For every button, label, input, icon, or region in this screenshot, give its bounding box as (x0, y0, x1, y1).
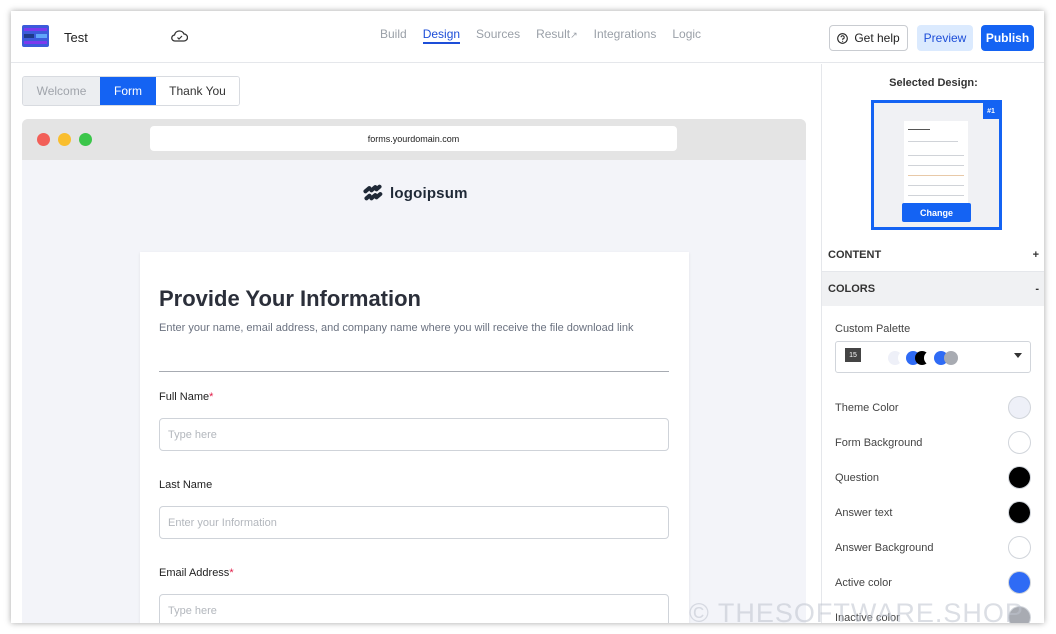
app-window: Test Build Design Sources Result↗ Integr… (11, 11, 1044, 623)
preview-button[interactable]: Preview (917, 25, 973, 51)
main-nav: Build Design Sources Result↗ Integration… (372, 11, 709, 63)
form-card: Provide Your Information Enter your name… (140, 252, 689, 623)
color-row-form-background: Form Background (835, 431, 1031, 455)
nav-integrations[interactable]: Integrations (586, 11, 665, 63)
brand-logo: logoipsum (362, 183, 468, 203)
help-icon (837, 32, 849, 44)
selected-design-title: Selected Design: (889, 77, 978, 89)
color-row-theme: Theme Color (835, 396, 1031, 420)
collapse-icon: - (1035, 283, 1039, 295)
design-panel: Selected Design: #1 Change CONTENT + COL… (821, 64, 1044, 623)
nav-logic[interactable]: Logic (664, 11, 709, 63)
palette-count-badge: 15 (845, 348, 861, 362)
external-link-icon: ↗ (570, 30, 578, 40)
logoipsum-icon (363, 184, 383, 201)
field-label-last-name: Last Name (159, 479, 213, 491)
design-canvas: Welcome Form Thank You forms.yourdomain.… (11, 64, 821, 623)
field-label-full-name: Full Name* (159, 391, 214, 403)
cloud-saved-icon (171, 30, 188, 42)
color-swatch[interactable] (1008, 501, 1031, 524)
form-subtitle: Enter your name, email address, and comp… (159, 322, 634, 334)
address-bar: forms.yourdomain.com (150, 126, 677, 151)
section-colors[interactable]: COLORS - (822, 272, 1044, 306)
full-name-input[interactable]: Type here (159, 418, 669, 451)
color-swatch[interactable] (1008, 536, 1031, 559)
minimize-dot-icon (58, 133, 71, 146)
color-row-answer-background: Answer Background (835, 536, 1031, 560)
tab-welcome[interactable]: Welcome (23, 77, 100, 105)
tab-form[interactable]: Form (100, 77, 156, 105)
required-marker: * (209, 391, 214, 403)
chevron-down-icon (1014, 353, 1022, 358)
nav-sources[interactable]: Sources (468, 11, 528, 63)
publish-button[interactable]: Publish (981, 25, 1034, 51)
maximize-dot-icon (79, 133, 92, 146)
get-help-button[interactable]: Get help (829, 25, 908, 51)
email-input[interactable]: Type here (159, 594, 669, 623)
page-tabs: Welcome Form Thank You (22, 76, 240, 106)
palette-swatch (944, 351, 958, 365)
color-swatch[interactable] (1008, 431, 1031, 454)
section-content[interactable]: CONTENT + (822, 238, 1044, 272)
tab-thank-you[interactable]: Thank You (156, 77, 239, 105)
close-dot-icon (37, 133, 50, 146)
color-swatch[interactable] (1008, 396, 1031, 419)
color-swatch[interactable] (1008, 466, 1031, 489)
browser-chrome: forms.yourdomain.com (22, 119, 806, 160)
color-swatch[interactable] (1008, 571, 1031, 594)
project-name[interactable]: Test (64, 30, 88, 45)
nav-result[interactable]: Result↗ (528, 11, 586, 63)
color-row-answer-text: Answer text (835, 501, 1031, 525)
color-row-active: Active color (835, 571, 1031, 595)
design-thumbnail[interactable]: #1 Change (871, 100, 1002, 230)
nav-design[interactable]: Design (415, 11, 468, 63)
watermark: © THESOFTWARE.SHOP (689, 598, 1024, 623)
last-name-input[interactable]: Enter your Information (159, 506, 669, 539)
brand-name: logoipsum (390, 184, 468, 202)
expand-icon: + (1032, 248, 1039, 261)
required-marker: * (229, 567, 234, 579)
divider (159, 371, 669, 372)
form-title: Provide Your Information (159, 286, 421, 311)
custom-palette-label: Custom Palette (835, 323, 911, 335)
field-label-email: Email Address* (159, 567, 234, 579)
change-design-button[interactable]: Change (902, 203, 971, 222)
nav-build[interactable]: Build (372, 11, 415, 63)
design-number-badge: #1 (983, 103, 999, 119)
custom-palette-select[interactable]: 15 (835, 341, 1031, 373)
color-row-question: Question (835, 466, 1031, 490)
app-logo-icon (22, 25, 49, 47)
top-bar: Test Build Design Sources Result↗ Integr… (11, 11, 1044, 63)
browser-preview: forms.yourdomain.com logoipsum Provide Y… (22, 119, 806, 623)
